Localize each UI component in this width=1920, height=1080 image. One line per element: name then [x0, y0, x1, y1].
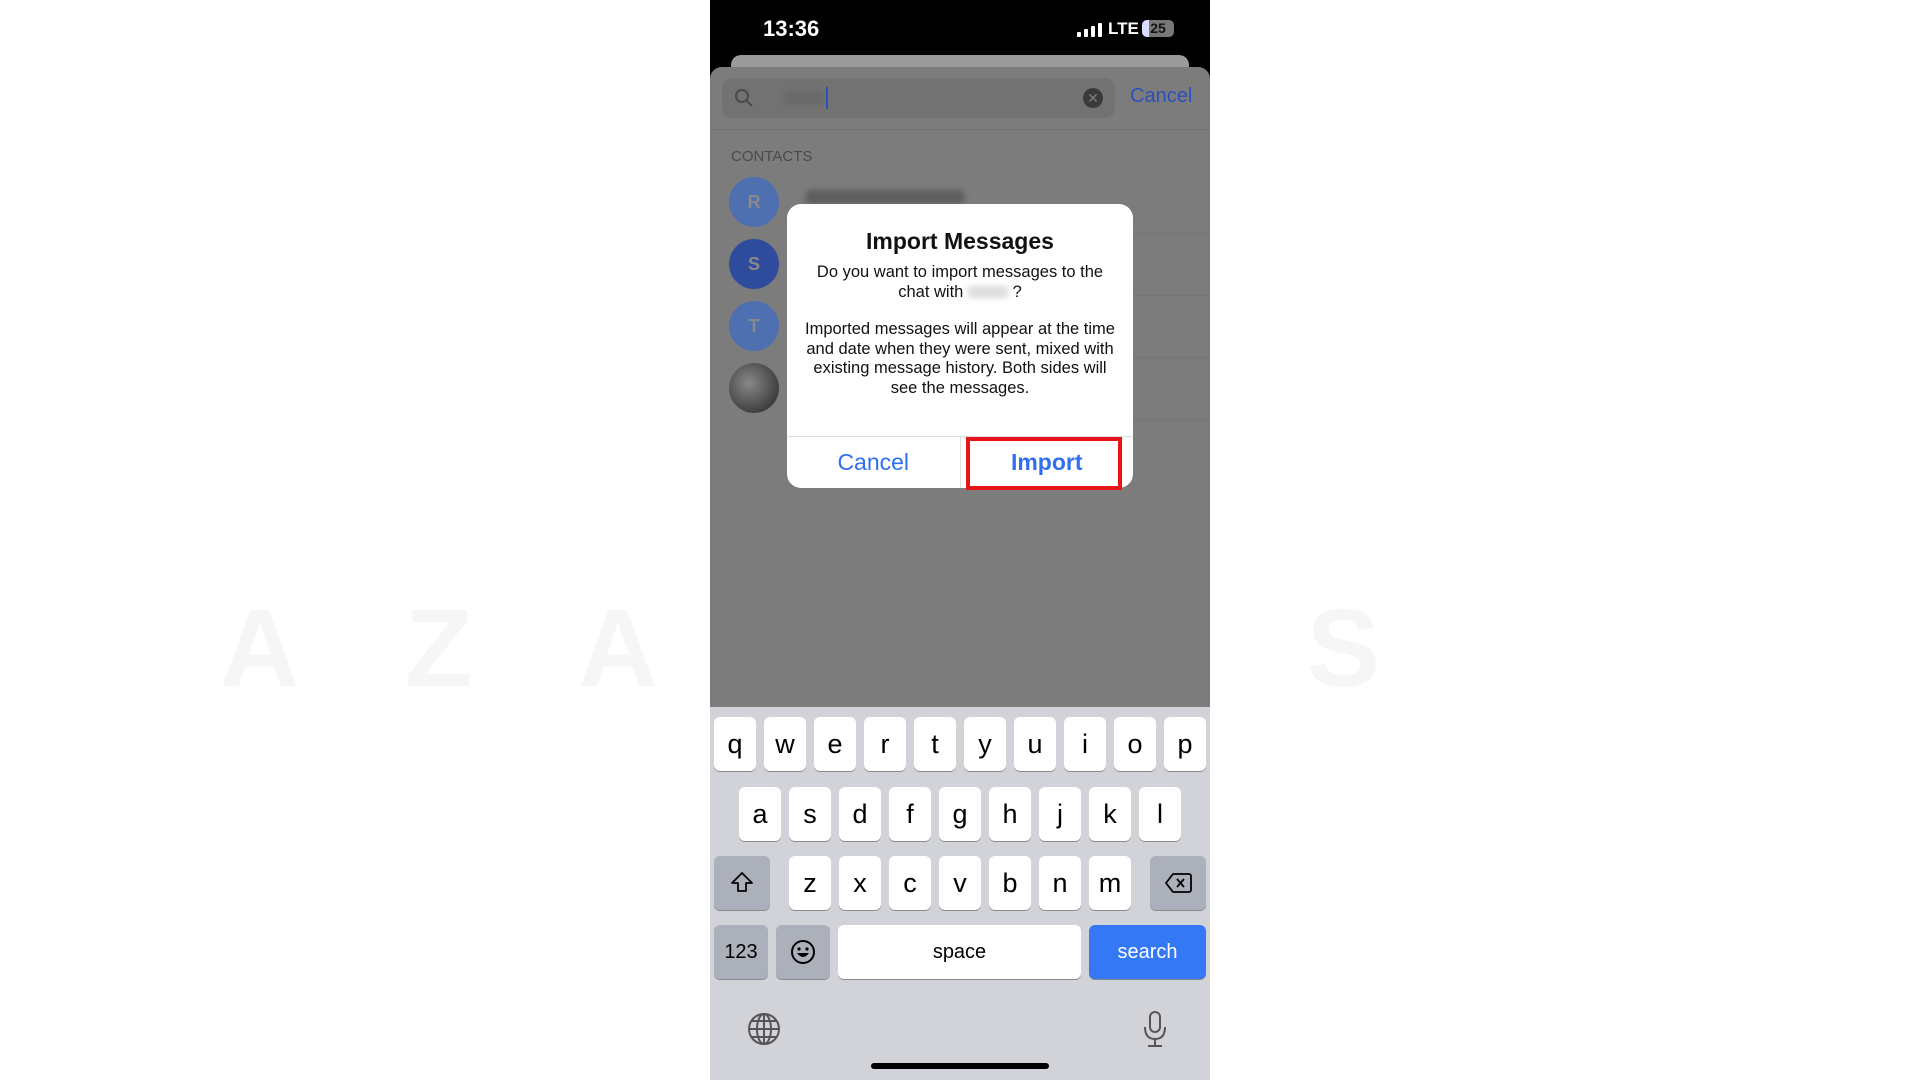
emoji-icon	[791, 940, 815, 964]
contact-name-blurred	[805, 190, 965, 204]
key-j[interactable]: j	[1039, 787, 1081, 841]
avatar: R	[729, 177, 779, 227]
key-a[interactable]: a	[739, 787, 781, 841]
battery-level: 25	[1150, 20, 1166, 36]
key-m[interactable]: m	[1089, 856, 1131, 910]
divider	[710, 129, 1210, 130]
delete-key[interactable]	[1150, 856, 1206, 910]
search-key[interactable]: search	[1089, 925, 1206, 979]
keyboard: 123 space search qwertyuiop asdfghjkl zxcv…	[710, 707, 1210, 1080]
key-u[interactable]: u	[1014, 717, 1056, 771]
key-h[interactable]: h	[989, 787, 1031, 841]
key-o[interactable]: o	[1114, 717, 1156, 771]
emoji-key[interactable]	[776, 925, 830, 979]
watermark-letter: A	[220, 585, 299, 712]
key-p[interactable]: p	[1164, 717, 1206, 771]
contacts-sheet: ✕ Cancel CONTACTS RST Import Messages Do…	[710, 67, 1210, 707]
key-w[interactable]: w	[764, 717, 806, 771]
watermark-letter: A	[578, 585, 657, 712]
watermark-letter: S	[1307, 585, 1380, 712]
globe-icon[interactable]	[747, 1012, 781, 1046]
watermark-letter: Z	[405, 585, 472, 712]
dialog-question: Do you want to import messages to the ch…	[805, 263, 1115, 302]
avatar: S	[729, 239, 779, 289]
key-v[interactable]: v	[939, 856, 981, 910]
key-k[interactable]: k	[1089, 787, 1131, 841]
signal-icon	[1077, 23, 1102, 37]
search-input[interactable]: ✕	[722, 78, 1115, 118]
status-time: 13:36	[763, 16, 820, 41]
battery-icon: 25	[1142, 20, 1174, 37]
key-x[interactable]: x	[839, 856, 881, 910]
space-key[interactable]: space	[838, 925, 1081, 979]
key-n[interactable]: n	[1039, 856, 1081, 910]
key-e[interactable]: e	[814, 717, 856, 771]
key-q[interactable]: q	[714, 717, 756, 771]
key-s[interactable]: s	[789, 787, 831, 841]
search-text-blurred	[784, 91, 824, 105]
key-r[interactable]: r	[864, 717, 906, 771]
dialog-body: Imported messages will appear at the tim…	[805, 320, 1115, 397]
shift-icon	[731, 872, 753, 892]
clear-icon[interactable]: ✕	[1083, 88, 1103, 108]
dialog-question-text: Do you want to import messages to the ch…	[816, 263, 1104, 301]
phone-screen: 13:36 LTE 25 ✕ Cancel CONTACTS RST Impor…	[710, 0, 1210, 1080]
dialog-cancel-button[interactable]: Cancel	[787, 437, 961, 488]
search-cancel-button[interactable]: Cancel	[1130, 85, 1192, 108]
search-icon	[735, 89, 753, 107]
key-c[interactable]: c	[889, 856, 931, 910]
dialog-title: Import Messages	[866, 228, 1054, 254]
delete-icon	[1165, 873, 1192, 893]
home-indicator	[871, 1063, 1049, 1069]
key-b[interactable]: b	[989, 856, 1031, 910]
status-bar: 13:36 LTE 25	[710, 0, 1210, 60]
numbers-key[interactable]: 123	[714, 925, 768, 979]
question-mark: ?	[1012, 282, 1022, 301]
highlight-box	[966, 437, 1122, 490]
network-type: LTE	[1108, 19, 1139, 38]
key-g[interactable]: g	[939, 787, 981, 841]
avatar	[729, 363, 779, 413]
blurred-name	[967, 286, 1008, 299]
key-y[interactable]: y	[964, 717, 1006, 771]
key-t[interactable]: t	[914, 717, 956, 771]
key-i[interactable]: i	[1064, 717, 1106, 771]
shift-key[interactable]	[714, 856, 770, 910]
avatar: T	[729, 301, 779, 351]
key-f[interactable]: f	[889, 787, 931, 841]
section-header: CONTACTS	[731, 148, 813, 165]
text-caret	[826, 87, 828, 109]
key-l[interactable]: l	[1139, 787, 1181, 841]
key-z[interactable]: z	[789, 856, 831, 910]
microphone-icon[interactable]	[1142, 1010, 1168, 1048]
key-d[interactable]: d	[839, 787, 881, 841]
